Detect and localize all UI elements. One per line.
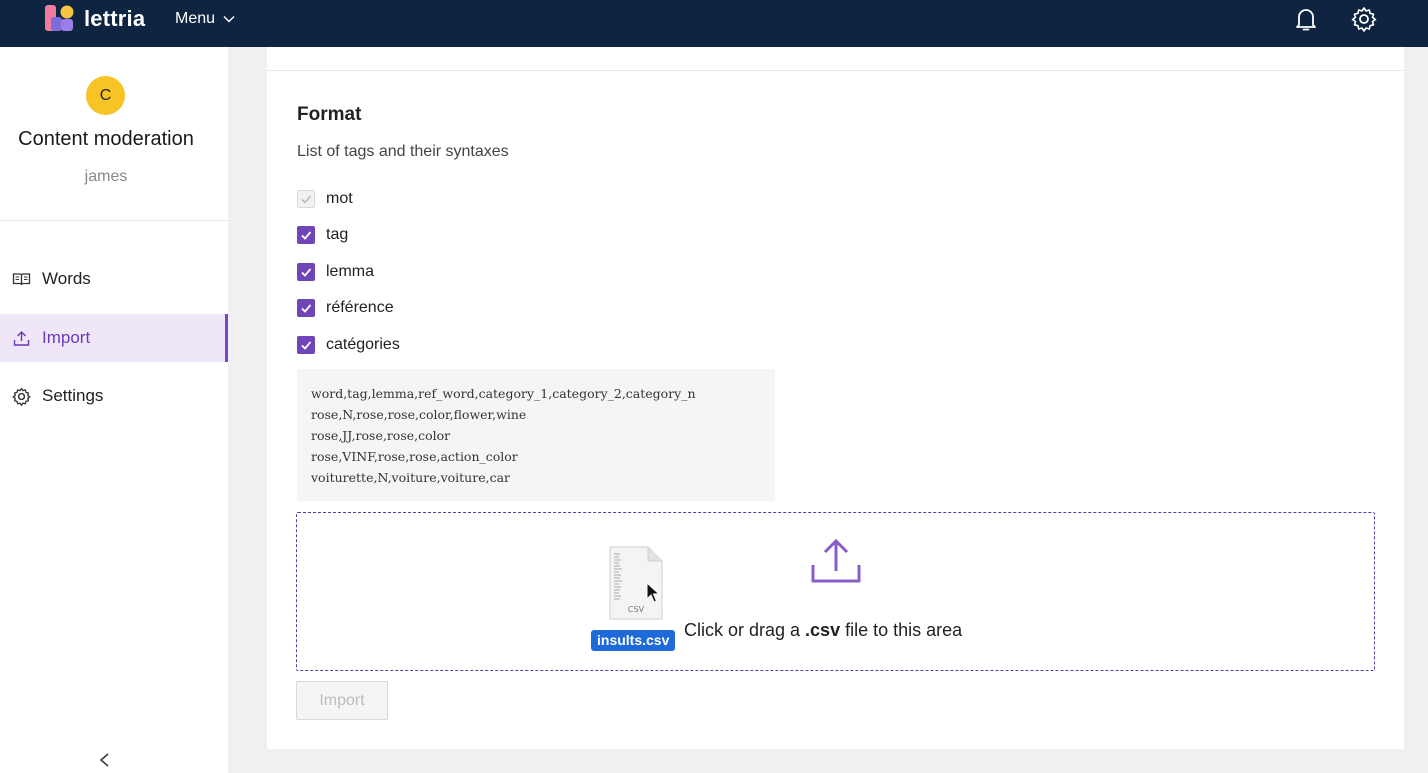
project-title: Content moderation — [18, 128, 194, 150]
chevron-down-icon — [223, 16, 235, 23]
checkbox-label: tag — [326, 226, 349, 243]
csv-example-code: word,tag,lemma,ref_word,category_1,categ… — [297, 369, 775, 501]
project-user: james — [84, 168, 128, 185]
notification-bell-icon[interactable] — [1294, 6, 1318, 32]
dropzone-hint-end: file to this area — [840, 620, 963, 640]
checkbox-box — [297, 226, 315, 244]
check-icon — [301, 195, 312, 204]
checkbox-tag[interactable]: tag — [297, 224, 348, 246]
code-line: rose,VINF,rose,rose,action_color — [311, 449, 518, 464]
upload-icon — [811, 538, 861, 583]
checkbox-mot[interactable]: mot — [297, 188, 353, 210]
code-line: word,tag,lemma,ref_word,category_1,categ… — [311, 386, 696, 401]
gear-icon — [12, 387, 31, 406]
sidebar-item-label: Import — [42, 328, 91, 347]
menu-dropdown[interactable]: Menu — [175, 10, 235, 28]
upload-icon — [13, 330, 30, 346]
mouse-cursor-icon — [646, 582, 660, 603]
check-icon — [301, 268, 312, 277]
code-line: rose,N,rose,rose,color,flower,wine — [311, 407, 527, 422]
dropzone-hint: Click or drag a .csv file to this area — [684, 620, 962, 641]
checkbox-label: référence — [326, 299, 394, 316]
lettria-logo-icon[interactable] — [45, 5, 74, 31]
checkbox-lemma[interactable]: lemma — [297, 261, 374, 283]
section-title: Format — [297, 104, 362, 125]
top-navbar: lettria Menu — [0, 0, 1428, 47]
dragged-file-name: insults.csv — [591, 630, 676, 651]
sidebar-item-label: Settings — [42, 386, 104, 405]
section-subtitle: List of tags and their syntaxes — [297, 143, 509, 160]
check-icon — [301, 304, 312, 313]
import-card: Format List of tags and their syntaxes m… — [267, 47, 1404, 749]
checkbox-categories[interactable]: catégories — [297, 334, 400, 356]
checkbox-box — [297, 336, 315, 354]
sidebar-divider — [0, 220, 228, 221]
file-type-badge: CSV — [628, 605, 645, 614]
settings-gear-icon[interactable] — [1351, 6, 1377, 32]
checkbox-label: lemma — [326, 263, 375, 280]
import-button[interactable]: Import — [296, 681, 388, 720]
sidebar-item-import[interactable]: Import — [0, 314, 228, 362]
dropzone-hint-start: Click or drag a — [684, 620, 806, 640]
collapse-sidebar-icon[interactable] — [97, 751, 113, 769]
checkbox-box — [297, 263, 315, 281]
menu-label: Menu — [175, 10, 216, 27]
project-avatar: C — [86, 76, 125, 115]
sidebar-item-label: Words — [42, 269, 91, 288]
sidebar-item-words[interactable]: Words — [0, 255, 228, 303]
book-icon — [12, 272, 31, 285]
checkbox-label: catégories — [326, 336, 400, 353]
check-icon — [301, 341, 312, 350]
dropzone-hint-extension: .csv — [805, 620, 841, 640]
csv-upload-dropzone[interactable]: Click or drag a .csv file to this area — [296, 512, 1375, 671]
sidebar-item-settings[interactable]: Settings — [0, 372, 228, 420]
code-line: rose,JJ,rose,rose,color — [311, 428, 451, 443]
app-name[interactable]: lettria — [84, 6, 145, 32]
checkbox-label: mot — [326, 190, 353, 207]
checkbox-reference[interactable]: référence — [297, 297, 394, 319]
check-icon — [301, 231, 312, 240]
checkbox-box — [297, 299, 315, 317]
checkbox-box — [297, 190, 315, 208]
dragged-file[interactable]: CSV insults.csv — [591, 546, 681, 652]
card-divider — [267, 70, 1404, 71]
sidebar: C Content moderation james Words Import … — [0, 47, 228, 773]
code-line: voiturette,N,voiture,voiture,car — [311, 470, 510, 485]
